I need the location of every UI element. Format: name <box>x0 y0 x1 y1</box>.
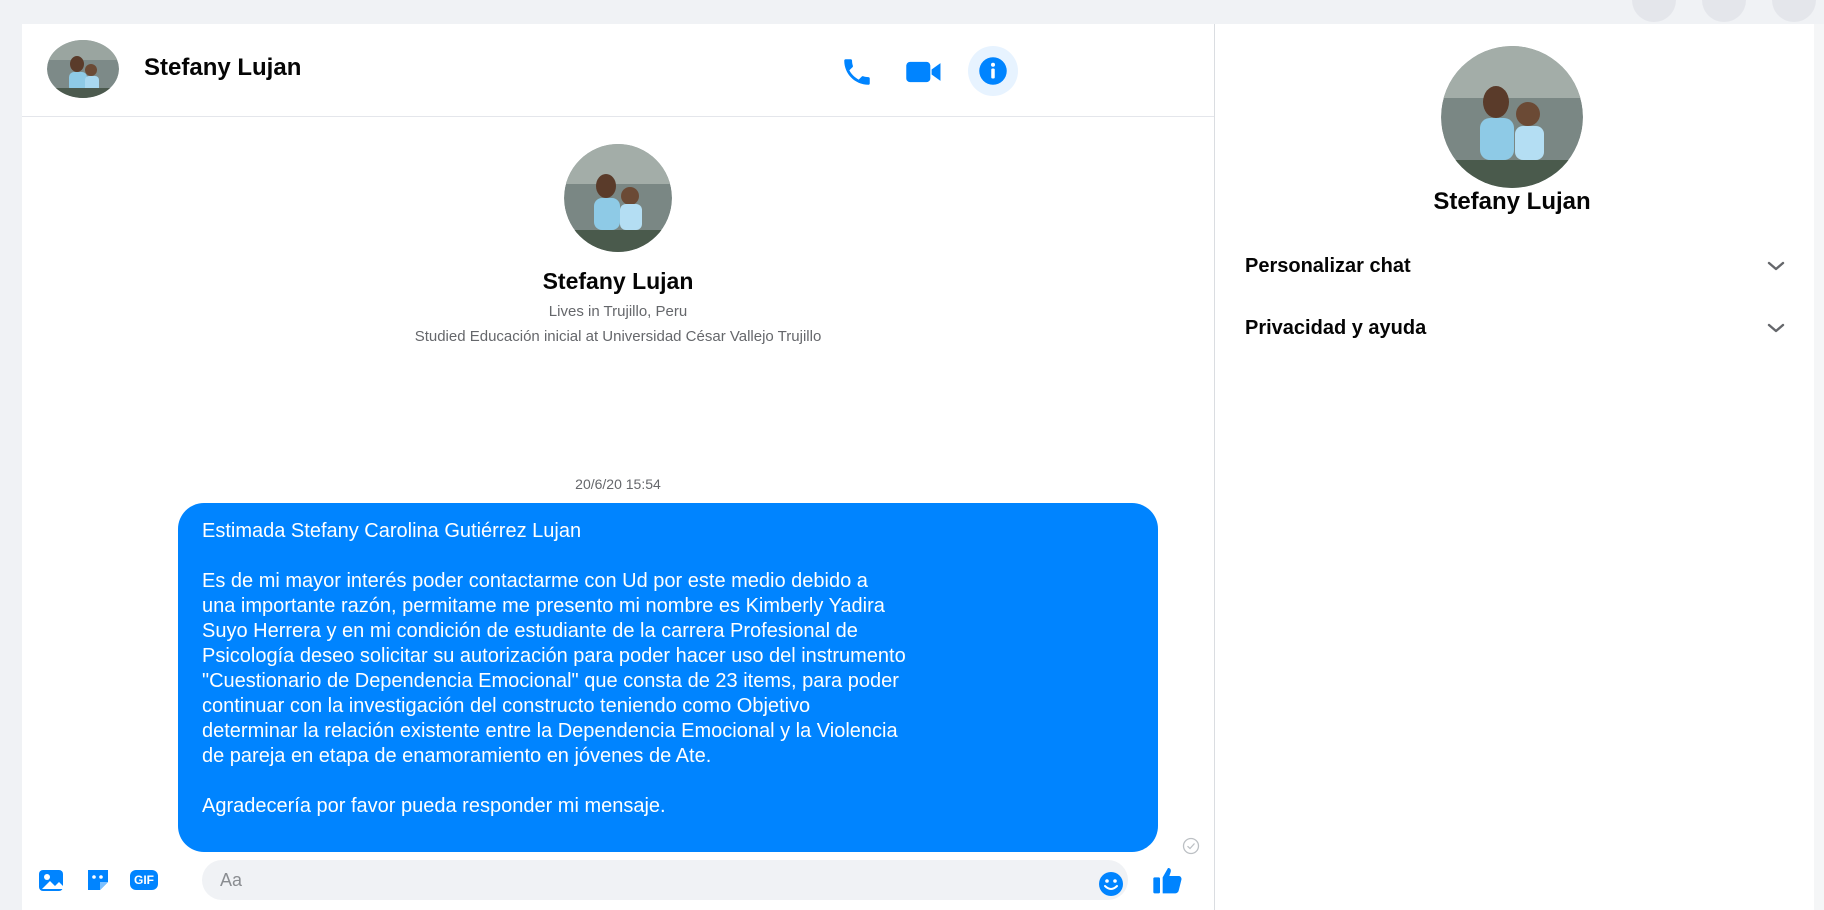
message-line: una importante razón, permitame me prese… <box>202 595 885 617</box>
emoji-button[interactable] <box>1095 868 1127 900</box>
gif-icon: GIF <box>130 870 158 890</box>
message-line: Psicología deseo solicitar su autorizaci… <box>202 645 906 667</box>
conversation-info-button[interactable] <box>968 46 1018 96</box>
intro-avatar[interactable] <box>564 144 672 252</box>
sticker-icon <box>88 870 108 890</box>
attach-image-button[interactable] <box>36 864 68 896</box>
avatar-photo <box>47 40 119 98</box>
intro-location: Lives in Trujillo, Peru <box>548 303 688 320</box>
side-contact-name: Stefany Lujan <box>1433 188 1591 215</box>
message-closing: Agradecería por favor pueda responder mi… <box>202 795 666 817</box>
avatar[interactable] <box>47 40 119 98</box>
conversation-info-panel: Stefany Lujan Personalizar chat Privacid… <box>1215 24 1824 910</box>
chevron-down-icon <box>1767 323 1785 333</box>
message-bubble[interactable]: Estimada Stefany Carolina Gutiérrez Luja… <box>178 503 1158 852</box>
chat-panel: Stefany Lujan Stefany Lujan Lives in Tru… <box>22 24 1215 910</box>
intro-name: Stefany Lujan <box>542 268 694 294</box>
message-timestamp: 20/6/20 15:54 <box>575 476 661 492</box>
message-greeting: Estimada Stefany Carolina Gutiérrez Luja… <box>202 520 582 542</box>
call-button[interactable] <box>837 52 877 92</box>
message-line: determinar la relación existente entre l… <box>202 720 898 742</box>
like-button[interactable] <box>1152 864 1184 896</box>
scrollbar[interactable] <box>1814 24 1824 910</box>
image-icon <box>39 870 63 891</box>
emoji-icon <box>1099 872 1123 896</box>
contact-name[interactable]: Stefany Lujan <box>144 54 301 82</box>
message-input[interactable] <box>202 860 1128 900</box>
gif-button[interactable]: GIF <box>128 864 160 896</box>
message-composer: GIF <box>22 850 1214 910</box>
chevron-down-icon <box>1767 261 1785 271</box>
top-bar <box>0 0 1824 24</box>
chat-header: Stefany Lujan <box>22 24 1214 117</box>
thumbs-up-icon <box>1153 868 1182 894</box>
message-line: Suyo Herrera y en mi condición de estudi… <box>202 620 858 642</box>
intro-education: Studied Educación inicial at Universidad… <box>414 328 822 345</box>
contact-intro: Stefany Lujan Lives in Trujillo, Peru St… <box>22 144 1214 345</box>
info-icon <box>979 57 1007 85</box>
message-line: continuar con la investigación del const… <box>202 695 811 717</box>
video-camera-icon <box>906 61 941 83</box>
side-avatar[interactable] <box>1441 46 1583 188</box>
message-line: "Cuestionario de Dependencia Emocional" … <box>202 670 899 692</box>
sticker-button[interactable] <box>82 864 114 896</box>
sidebar-item-label: Personalizar chat <box>1245 254 1411 277</box>
top-messenger-button[interactable] <box>1702 0 1746 22</box>
sidebar-item-label: Privacidad y ayuda <box>1245 316 1427 339</box>
personalize-chat-item[interactable]: Personalizar chat <box>1245 244 1785 288</box>
avatar-photo <box>564 144 672 252</box>
top-menu-button[interactable] <box>1632 0 1676 22</box>
message-line: Es de mi mayor interés poder contactarme… <box>202 570 868 592</box>
top-notifications-button[interactable] <box>1772 0 1816 22</box>
avatar-photo <box>1441 46 1583 188</box>
privacy-help-item[interactable]: Privacidad y ayuda <box>1245 306 1785 350</box>
message-line: de pareja en etapa de enamoramiento en j… <box>202 745 712 767</box>
phone-icon <box>844 59 870 85</box>
video-call-button[interactable] <box>904 52 944 92</box>
